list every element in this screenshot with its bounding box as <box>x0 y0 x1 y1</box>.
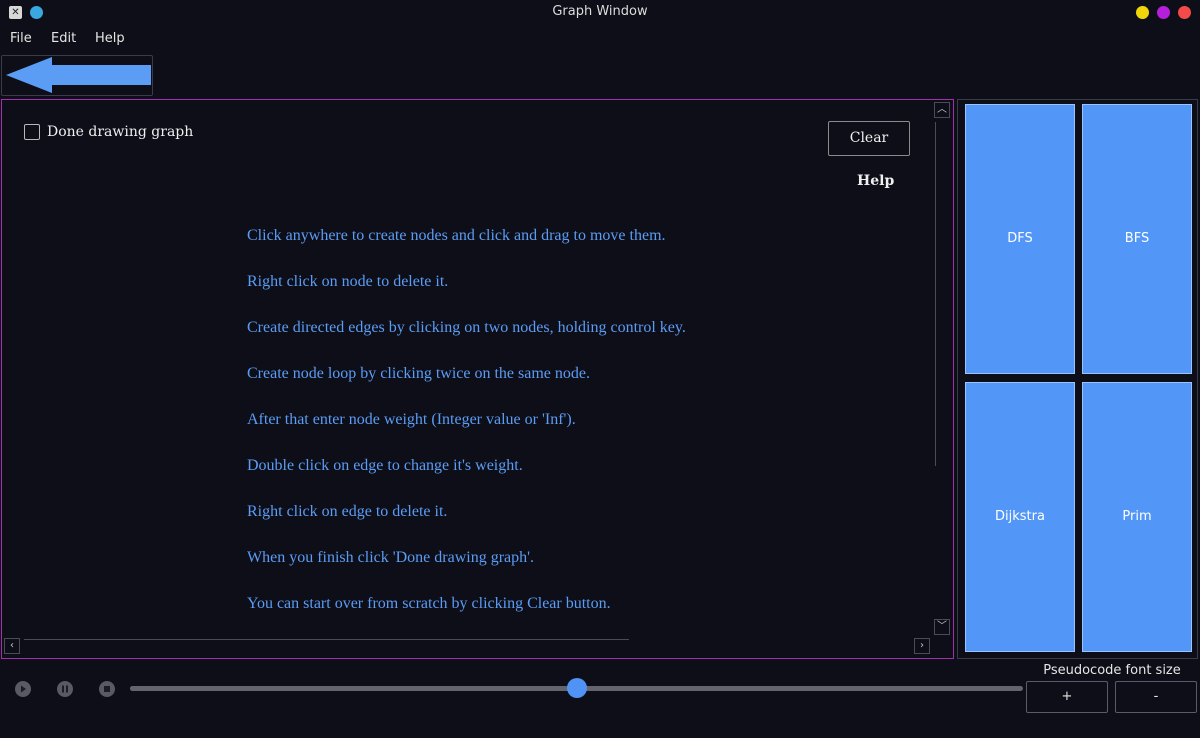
instruction-line: Right click on edge to delete it. <box>247 503 448 520</box>
stop-icon <box>104 686 110 692</box>
done-drawing-label: Done drawing graph <box>47 124 194 140</box>
maximize-icon[interactable] <box>1157 6 1170 19</box>
pause-icon <box>62 685 68 693</box>
slider-fill <box>130 686 577 691</box>
instruction-line: Double click on edge to change it's weig… <box>247 457 523 474</box>
back-button[interactable] <box>1 55 153 96</box>
instruction-line: When you finish click 'Done drawing grap… <box>247 549 535 566</box>
menu-file[interactable]: File <box>10 31 32 46</box>
slider-thumb[interactable] <box>566 678 587 698</box>
horizontal-scrollbar[interactable]: ‹ › <box>4 637 932 657</box>
graph-canvas[interactable]: Done drawing graph Clear Help Click anyw… <box>1 99 954 659</box>
scroll-down-icon[interactable]: ﹀ <box>934 619 950 635</box>
title-bar: ✕ Graph Window <box>0 0 1200 26</box>
playback-bar: Pseudocode font size + - <box>0 662 1200 738</box>
play-button[interactable] <box>15 681 31 697</box>
left-arrow-icon <box>6 57 151 93</box>
window-title: Graph Window <box>552 4 648 19</box>
checkbox-box[interactable] <box>24 124 40 140</box>
bfs-button[interactable]: BFS <box>1082 104 1192 374</box>
play-icon <box>21 685 26 693</box>
stop-button[interactable] <box>99 681 115 697</box>
font-increase-button[interactable]: + <box>1026 681 1108 713</box>
instruction-line: You can start over from scratch by click… <box>247 595 611 612</box>
minimize-icon[interactable] <box>1136 6 1149 19</box>
dijkstra-button[interactable]: Dijkstra <box>965 382 1075 652</box>
scroll-track[interactable] <box>24 639 629 640</box>
instruction-line: Create node loop by clicking twice on th… <box>247 365 591 382</box>
font-decrease-button[interactable]: - <box>1115 681 1197 713</box>
scroll-left-icon[interactable]: ‹ <box>4 638 20 654</box>
prim-button[interactable]: Prim <box>1082 382 1192 652</box>
vertical-scrollbar[interactable]: ︿ ﹀ <box>934 102 952 638</box>
instructions-list: Click anywhere to create nodes and click… <box>247 226 927 640</box>
help-title: Help <box>857 173 895 189</box>
instruction-line: Right click on node to delete it. <box>247 273 449 290</box>
instruction-line: Click anywhere to create nodes and click… <box>247 227 666 244</box>
algorithm-panel: DFS BFS Dijkstra Prim <box>957 99 1198 659</box>
instruction-line: After that enter node weight (Integer va… <box>247 411 576 428</box>
instruction-line: Create directed edges by clicking on two… <box>247 319 686 336</box>
menu-edit[interactable]: Edit <box>51 31 76 46</box>
scroll-up-icon[interactable]: ︿ <box>934 102 950 118</box>
done-drawing-checkbox[interactable]: Done drawing graph <box>24 124 193 140</box>
pause-button[interactable] <box>57 681 73 697</box>
scroll-right-icon[interactable]: › <box>914 638 930 654</box>
scroll-track[interactable] <box>935 122 936 466</box>
progress-slider[interactable] <box>130 678 1023 698</box>
pseudocode-font-size-label: Pseudocode font size <box>1043 663 1181 678</box>
close-icon[interactable] <box>1178 6 1191 19</box>
menu-bar: File Edit Help <box>0 26 1200 52</box>
clear-button[interactable]: Clear <box>828 121 910 156</box>
dfs-button[interactable]: DFS <box>965 104 1075 374</box>
menu-help[interactable]: Help <box>95 31 125 46</box>
